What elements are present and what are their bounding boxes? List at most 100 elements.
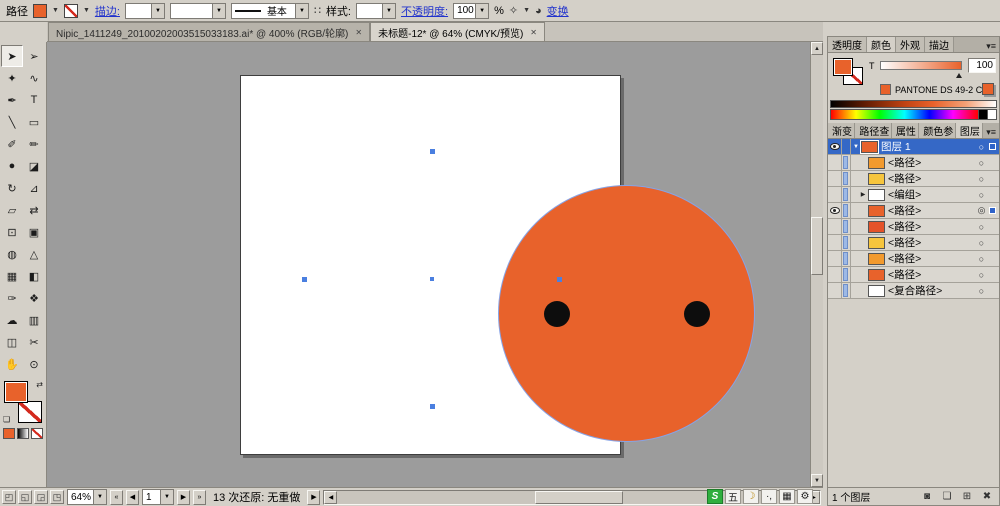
layer-row[interactable]: <路径>○ (828, 235, 999, 251)
type-tool[interactable]: T (23, 89, 45, 111)
canvas[interactable]: ▲ ▼ (47, 42, 823, 487)
symbol-sprayer-tool[interactable]: ☁ (1, 309, 23, 331)
last-artboard-button[interactable]: » (193, 490, 206, 505)
panel-tab-pathfinder[interactable]: 路径查 (855, 123, 892, 138)
spot-color-swatch[interactable] (880, 84, 891, 95)
layer-row[interactable]: ▼图层 1○ (828, 139, 999, 155)
new-layer-icon[interactable]: ⊞ (959, 490, 975, 503)
artboard-dropdown-icon[interactable]: ▼ (160, 490, 173, 504)
scroll-down-icon[interactable]: ▼ (811, 474, 823, 487)
tab-close-icon[interactable]: ✕ (530, 28, 537, 37)
layer-thumbnail[interactable] (868, 253, 885, 265)
target-icon[interactable]: ○ (974, 238, 989, 248)
column-graph-tool[interactable]: ▥ (23, 309, 45, 331)
panel-menu-icon[interactable]: ▾≡ (983, 127, 999, 138)
screen-mode-icon-1[interactable]: ◰ (2, 490, 16, 504)
target-icon[interactable]: ○ (974, 142, 989, 152)
direct-selection-tool[interactable]: ➢ (23, 45, 45, 67)
center-point[interactable] (430, 277, 434, 281)
layer-thumbnail[interactable] (868, 269, 885, 281)
visibility-toggle[interactable] (828, 235, 842, 250)
layer-thumbnail[interactable] (868, 189, 885, 201)
vertical-scroll-thumb[interactable] (811, 217, 823, 275)
anchor-point-left[interactable] (302, 277, 307, 282)
select-similar-dropdown-icon[interactable]: ▼ (523, 7, 530, 14)
panel-tab-color[interactable]: 颜色 (867, 37, 896, 52)
layer-row[interactable]: <复合路径>○ (828, 283, 999, 299)
vertical-scrollbar[interactable]: ▲ ▼ (810, 42, 823, 487)
make-clipping-mask-icon[interactable]: ◙ (919, 490, 935, 503)
select-similar-icon[interactable]: ✧ (509, 4, 518, 17)
combo-dropdown-icon[interactable]: ▼ (475, 4, 488, 18)
layer-row[interactable]: ▶<编组>○ (828, 187, 999, 203)
layer-thumbnail[interactable] (861, 141, 878, 153)
visibility-toggle[interactable] (828, 283, 842, 298)
target-icon[interactable]: ○ (974, 222, 989, 232)
document-tab[interactable]: 未标题-12* @ 64% (CMYK/预览)✕ (370, 22, 545, 41)
perspective-grid-tool[interactable]: △ (23, 243, 45, 265)
scroll-up-icon[interactable]: ▲ (811, 42, 823, 55)
transform-link[interactable]: 变换 (547, 3, 569, 19)
tint-value-field[interactable]: 100 (968, 58, 996, 73)
default-fill-stroke-icon[interactable]: ❏ (3, 415, 10, 424)
expand-arrow-icon[interactable]: ▼ (851, 144, 861, 150)
horizontal-scroll-thumb[interactable] (535, 491, 623, 504)
edit-column[interactable] (842, 155, 851, 170)
panel-tab-appearance[interactable]: 外观 (896, 37, 925, 52)
layer-row[interactable]: <路径>○ (828, 219, 999, 235)
magic-wand-tool[interactable]: ✦ (1, 67, 23, 89)
line-segment-tool[interactable]: ╲ (1, 111, 23, 133)
combo-dropdown-icon[interactable]: ▼ (212, 4, 225, 18)
selection-tool[interactable]: ➤ (1, 45, 23, 67)
document-tab[interactable]: Nipic_1411249_20100202003515033183.ai* @… (48, 22, 370, 41)
shear-tool[interactable]: ▱ (1, 199, 23, 221)
combo-dropdown-icon[interactable]: ▼ (151, 4, 164, 18)
panel-tab-layers[interactable]: 图层 (956, 123, 983, 138)
visibility-toggle[interactable] (828, 219, 842, 234)
color-mode-button[interactable] (3, 428, 15, 439)
drawing-mode-dots-icon[interactable]: ∷ (314, 4, 321, 17)
visibility-toggle[interactable] (828, 171, 842, 186)
expand-arrow-icon[interactable]: ▶ (858, 191, 868, 198)
anchor-point-bottom[interactable] (430, 404, 435, 409)
fill-dropdown-icon[interactable]: ▼ (52, 7, 59, 14)
status-play-button[interactable]: ▶ (307, 490, 320, 505)
pencil-tool[interactable]: ✏ (23, 133, 45, 155)
target-icon[interactable]: ○ (974, 190, 989, 200)
anchor-point-top[interactable] (430, 149, 435, 154)
artboard-number-combo[interactable]: 1 ▼ (142, 489, 174, 505)
swap-fill-stroke-icon[interactable]: ⇄ (36, 380, 43, 389)
tint-ramp[interactable] (830, 100, 997, 108)
visibility-toggle[interactable] (828, 267, 842, 282)
punctuation-icon[interactable]: ·, (761, 489, 777, 504)
gradient-tool[interactable]: ◧ (23, 265, 45, 287)
artwork-eye-right[interactable] (684, 301, 710, 327)
gradient-mode-button[interactable] (17, 428, 29, 439)
spectrum-gradient[interactable] (831, 110, 978, 119)
sogou-input-icon[interactable]: S (707, 489, 723, 504)
fill-stroke-proxy[interactable]: ⇄ ❏ (3, 380, 43, 424)
zoom-dropdown-icon[interactable]: ▼ (93, 490, 106, 504)
layer-row[interactable]: <路径>○ (828, 267, 999, 283)
color-spectrum[interactable] (830, 109, 997, 120)
target-icon[interactable]: ○ (974, 158, 989, 168)
panel-tab-stroke[interactable]: 描边 (925, 37, 954, 52)
anchor-point-right[interactable] (557, 277, 562, 282)
shape-builder-tool[interactable]: ▣ (23, 221, 45, 243)
recolor-artwork-icon[interactable]: ◕ (535, 5, 542, 17)
edit-column[interactable] (842, 139, 851, 154)
layer-row[interactable]: <路径>◎ (828, 203, 999, 219)
artboard[interactable] (240, 75, 621, 455)
visibility-toggle[interactable] (828, 251, 842, 266)
new-sublayer-icon[interactable]: ❏ (939, 490, 955, 503)
layer-thumbnail[interactable] (868, 205, 885, 217)
visibility-toggle[interactable] (828, 203, 842, 218)
layer-row[interactable]: <路径>○ (828, 171, 999, 187)
brush-definition-combo[interactable]: 基本 ▼ (231, 3, 309, 19)
pen-tool[interactable]: ✒ (1, 89, 23, 111)
rotate-tool[interactable]: ↻ (1, 177, 23, 199)
edit-column[interactable] (842, 267, 851, 282)
edit-column[interactable] (842, 203, 851, 218)
layer-thumbnail[interactable] (868, 157, 885, 169)
hand-tool[interactable]: ✋ (1, 353, 23, 375)
